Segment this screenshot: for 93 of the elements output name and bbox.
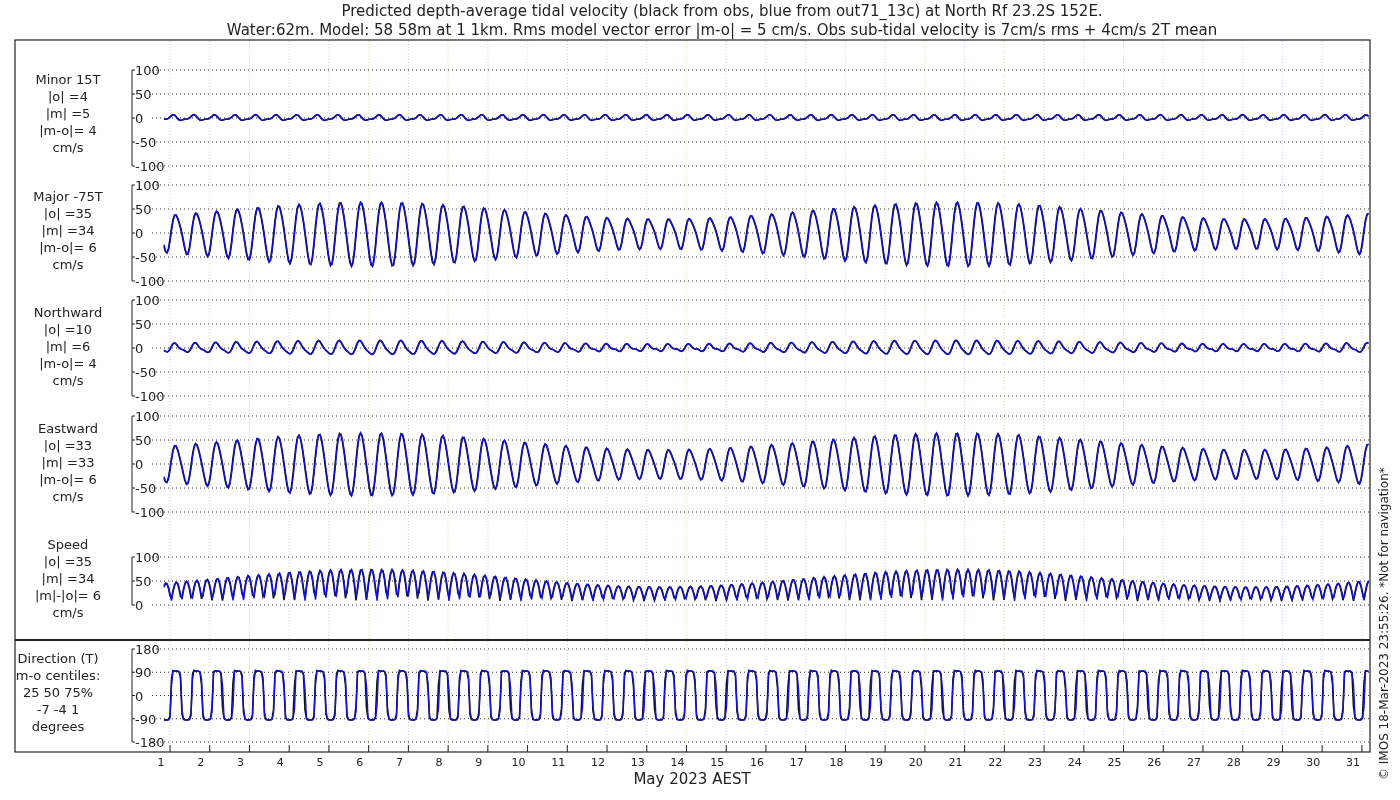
panel-label: Minor 15T [35, 72, 101, 87]
panel-label: |m| =5 [45, 106, 91, 121]
y-tick-label: 50 [135, 87, 152, 102]
y-tick-label: 90 [135, 665, 152, 681]
y-tick-label: 180 [135, 642, 160, 657]
x-tick-label: 9 [475, 756, 483, 769]
x-tick-label: 8 [435, 756, 443, 769]
y-tick-label: -100 [135, 274, 165, 289]
x-tick-label: 15 [710, 756, 725, 769]
y-tick-label: 0 [135, 688, 144, 704]
panel-label: |o| =10 [43, 322, 93, 337]
y-tick-label: -50 [135, 250, 157, 265]
x-axis-label: May 2023 AEST [633, 770, 751, 788]
y-tick-label: 50 [135, 574, 152, 589]
y-tick-label: 100 [135, 178, 160, 193]
panel-label: |o| =35 [43, 554, 93, 569]
panel-label: cm/s [52, 373, 84, 388]
x-tick-label: 5 [316, 756, 324, 769]
panel-label: |m| =33 [41, 455, 95, 470]
y-tick-label: 0 [135, 341, 144, 356]
panel-label: Northward [33, 305, 103, 320]
x-tick-label: 25 [1107, 756, 1122, 769]
y-tick-label: 50 [135, 433, 152, 448]
y-tick-label: 0 [135, 226, 144, 241]
panel-label: |o| =33 [43, 438, 93, 453]
y-tick-label: -90 [135, 711, 157, 727]
x-tick-label: 19 [869, 756, 884, 769]
panel-label: degrees [31, 719, 85, 734]
x-tick-label: 28 [1226, 756, 1241, 769]
x-tick-label: 30 [1306, 756, 1321, 769]
x-tick-label: 23 [1028, 756, 1043, 769]
y-tick-label: 100 [135, 63, 160, 78]
y-tick-label: 50 [135, 202, 152, 217]
panel-label: m-o centiles: [15, 668, 101, 683]
panel-label: cm/s [52, 257, 84, 272]
y-tick-label: 0 [135, 111, 144, 126]
copyright-note: © IMOS 18-Mar-2023 23:55:26. *Not for navigation* [1377, 467, 1391, 780]
x-tick-label: 26 [1147, 756, 1162, 769]
x-tick-label: 14 [670, 756, 685, 769]
panel-label: |m| =34 [41, 571, 95, 586]
y-tick-label: -100 [135, 389, 165, 404]
panel-label: |m-o|= 6 [39, 472, 97, 487]
y-tick-label: 100 [135, 550, 160, 565]
panel-label: |m| =34 [41, 223, 95, 238]
x-tick-label: 12 [591, 756, 606, 769]
y-tick-label: -50 [135, 481, 157, 496]
x-tick-label: 27 [1187, 756, 1201, 769]
x-tick-label: 17 [789, 756, 804, 769]
panel-label: Eastward [38, 421, 98, 436]
y-tick-label: -100 [135, 159, 165, 174]
panel-label: -7 -4 1 [36, 702, 80, 717]
panel-label: |m| =6 [45, 339, 91, 354]
x-tick-label: 1 [157, 756, 165, 769]
panel-label: cm/s [52, 489, 84, 504]
x-tick-label: 29 [1266, 756, 1281, 769]
x-tick-label: 4 [276, 756, 284, 769]
x-tick-label: 20 [908, 756, 923, 769]
y-tick-label: -180 [135, 735, 165, 750]
panel-label: cm/s [52, 140, 84, 155]
panel-label: Speed [47, 537, 89, 552]
x-tick-label: 2 [197, 756, 205, 769]
panel-label: |m-o|= 4 [39, 356, 97, 371]
panel-label: Major -75T [33, 189, 103, 204]
y-tick-label: 100 [135, 409, 160, 424]
chart-title: Water:62m. Model: 58 58m at 1 1km. Rms model vector error |m-o| = 5 cm/s. Obs sub-tidal velocity is 7cm/s rms + 4cm/s 2T mean [226, 21, 1218, 39]
panel-label: |m-o|= 6 [39, 240, 97, 255]
panel-label: |m|-|o|= 6 [34, 588, 102, 603]
panel-label: |m-o|= 4 [39, 123, 97, 138]
x-tick-label: 7 [395, 756, 403, 769]
panel-label: 25 50 75% [22, 685, 94, 700]
y-tick-label: -50 [135, 135, 157, 150]
panel-label: |o| =35 [43, 206, 93, 221]
x-tick-label: 24 [1067, 756, 1082, 769]
x-tick-label: 21 [948, 756, 963, 769]
chart-title: Predicted depth-average tidal velocity (black from obs, blue from out71_13c) at North Rf 23.2S 152E. [341, 2, 1103, 20]
y-tick-label: 0 [135, 598, 144, 613]
panel-label: |o| =4 [48, 89, 88, 104]
x-tick-label: 11 [551, 756, 566, 769]
x-tick-label: 6 [356, 756, 364, 769]
x-tick-label: 13 [630, 756, 645, 769]
y-tick-label: 100 [135, 293, 160, 308]
y-tick-label: 50 [135, 317, 152, 332]
panel-label: cm/s [52, 605, 84, 620]
x-tick-label: 10 [511, 756, 526, 769]
x-tick-label: 18 [829, 756, 844, 769]
x-tick-label: 16 [749, 756, 764, 769]
x-tick-label: 3 [236, 756, 244, 769]
panel-label: Direction (T) [17, 651, 99, 666]
y-tick-label: -50 [135, 365, 157, 380]
y-tick-label: 0 [135, 457, 144, 472]
x-tick-label: 22 [988, 756, 1003, 769]
x-tick-label: 31 [1345, 756, 1360, 769]
y-tick-label: -100 [135, 505, 165, 520]
